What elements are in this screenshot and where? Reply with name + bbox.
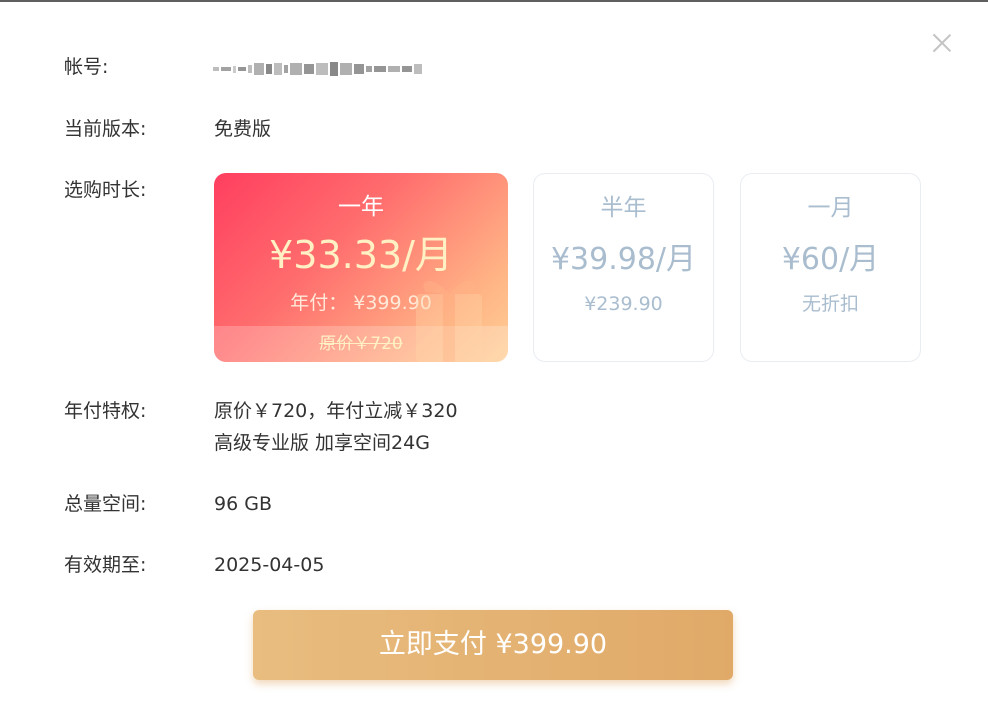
pay-now-button[interactable]: 立即支付 ¥399.90	[253, 610, 733, 680]
close-icon[interactable]	[930, 31, 954, 55]
plan-title: 一年	[338, 194, 384, 220]
plan-subprice: ¥239.90	[584, 293, 663, 315]
account-value-redacted	[213, 60, 495, 78]
version-label: 当前版本:	[64, 118, 147, 140]
plan-price: ¥60/月	[781, 242, 880, 277]
plan-price: ¥39.98/月	[550, 242, 697, 277]
version-value: 免费版	[214, 118, 272, 140]
expiry-value: 2025-04-05	[214, 554, 325, 576]
plan-card-month[interactable]: 一月 ¥60/月 无折扣	[740, 173, 921, 362]
duration-label: 选购时长:	[64, 179, 147, 201]
expiry-label: 有效期至:	[64, 554, 147, 576]
plan-title: 一月	[807, 195, 854, 221]
privilege-label: 年付特权:	[64, 400, 147, 422]
gift-icon	[416, 280, 482, 362]
upgrade-dialog: 帐号: 当前版本: 免费版 选购时长: 一年 ¥33.33/月 年付： ¥399…	[0, 0, 988, 715]
plan-card-half-year[interactable]: 半年 ¥39.98/月 ¥239.90	[533, 173, 714, 362]
plan-title: 半年	[600, 195, 647, 221]
account-label: 帐号:	[64, 56, 109, 78]
space-label: 总量空间:	[64, 493, 147, 515]
plan-subprice: 无折扣	[801, 293, 859, 315]
privilege-line-1: 原价￥720，年付立减￥320	[214, 400, 458, 422]
space-value: 96 GB	[214, 493, 272, 515]
privilege-line-2: 高级专业版 加享空间24G	[214, 432, 430, 454]
